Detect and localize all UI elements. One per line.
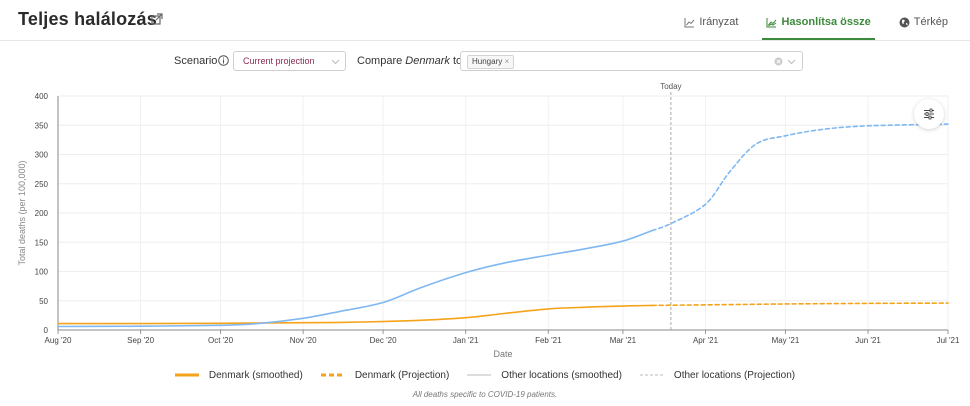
tab-map[interactable]: Térkép (899, 14, 948, 30)
trend-chart-icon (684, 17, 695, 27)
x-tick-label: Jul '21 (937, 336, 960, 345)
chart-legend: Denmark (smoothed) Denmark (Projection) … (0, 367, 970, 383)
y-tick-label: 50 (39, 297, 48, 306)
tab-trend-label: Irányzat (699, 16, 739, 28)
sliders-icon (924, 108, 934, 120)
chevron-down-icon (331, 59, 340, 65)
view-tabs: Irányzat Hasonlítsa össze Térkép (656, 14, 948, 40)
globe-icon (899, 17, 910, 27)
compare-location: Denmark (405, 55, 450, 67)
scenario-label: Scenario (174, 55, 218, 67)
today-label: Today (660, 82, 681, 91)
x-tick-label: Apr '21 (693, 336, 719, 345)
x-tick-label: Oct '20 (208, 336, 234, 345)
scenario-select[interactable]: Current projection (233, 51, 346, 71)
y-tick-label: 0 (44, 326, 49, 335)
compare-prefix: Compare (357, 55, 406, 67)
deaths-line-chart: 0 50 100 150 200 250 300 350 400 Aug '20 Sep '20 Oc… (17, 82, 960, 359)
x-tick-label: Sep '20 (127, 336, 154, 345)
series-line-denmark-projection (651, 302, 949, 307)
y-axis-label: Total deaths (per 100,000) (17, 160, 27, 265)
y-tick-label: 200 (35, 209, 49, 218)
legend-label: Other locations (Projection) (673, 369, 796, 381)
chevron-down-icon (787, 59, 796, 65)
location-chip-label: Hungary (472, 57, 503, 66)
compare-select[interactable]: Hungary × (460, 51, 803, 71)
tab-compare[interactable]: Hasonlítsa össze (762, 14, 876, 40)
chip-remove-icon[interactable]: × (504, 57, 509, 66)
legend-item-denmark-smoothed[interactable]: Denmark (smoothed) (174, 369, 303, 381)
series-line-other-locations-smoothed (57, 229, 654, 328)
chart-settings-button[interactable] (914, 99, 944, 129)
y-tick-label: 100 (35, 268, 49, 277)
x-tick-label: Feb '21 (535, 336, 562, 345)
x-tick-label: Jun '21 (855, 336, 881, 345)
x-tick-label: Nov '20 (290, 336, 317, 345)
location-chip: Hungary × (467, 55, 515, 69)
legend-swatch (320, 373, 345, 377)
compare-chart-icon (766, 17, 777, 27)
x-tick-label: Mar '21 (610, 336, 637, 345)
legend-item-other-projection[interactable]: Other locations (Projection) (639, 369, 796, 381)
info-icon[interactable] (218, 55, 229, 66)
legend-swatch (174, 373, 199, 377)
tab-map-label: Térkép (913, 16, 948, 28)
y-tick-label: 150 (35, 238, 49, 247)
tab-trend[interactable]: Irányzat (684, 14, 738, 30)
y-tick-label: 250 (35, 180, 49, 189)
legend-label: Denmark (Projection) (354, 369, 450, 381)
chart-footnote: All deaths specific to COVID-19 patients… (412, 390, 558, 399)
legend-swatch (467, 374, 492, 376)
legend-label: Other locations (smoothed) (501, 369, 622, 381)
legend-item-denmark-projection[interactable]: Denmark (Projection) (320, 369, 450, 381)
y-tick-label: 400 (35, 92, 49, 101)
legend-item-other-smoothed[interactable]: Other locations (smoothed) (467, 370, 622, 381)
x-tick-label: Aug '20 (45, 336, 72, 345)
series-line-other-locations-projection (651, 123, 949, 232)
clear-icon[interactable] (774, 57, 783, 66)
page-header: Teljes halálozás Irányzat Hasonlítsa öss… (0, 0, 970, 41)
legend-label: Denmark (smoothed) (208, 369, 303, 381)
tab-compare-label: Hasonlítsa össze (781, 16, 871, 28)
legend-swatch (639, 374, 664, 376)
x-tick-label: Jan '21 (453, 336, 479, 345)
x-axis-label: Date (493, 349, 512, 359)
x-tick-label: Dec '20 (370, 336, 397, 345)
compare-label: Compare Denmark to (357, 55, 462, 67)
x-tick-label: May '21 (772, 336, 800, 345)
page-title: Teljes halálozás (18, 9, 157, 29)
external-link-icon[interactable] (151, 13, 163, 25)
controls-bar: Scenario Current projection Compare Denm… (0, 51, 970, 73)
scenario-select-value: Current projection (243, 56, 315, 66)
y-tick-label: 300 (35, 151, 49, 160)
y-tick-label: 350 (35, 121, 49, 130)
